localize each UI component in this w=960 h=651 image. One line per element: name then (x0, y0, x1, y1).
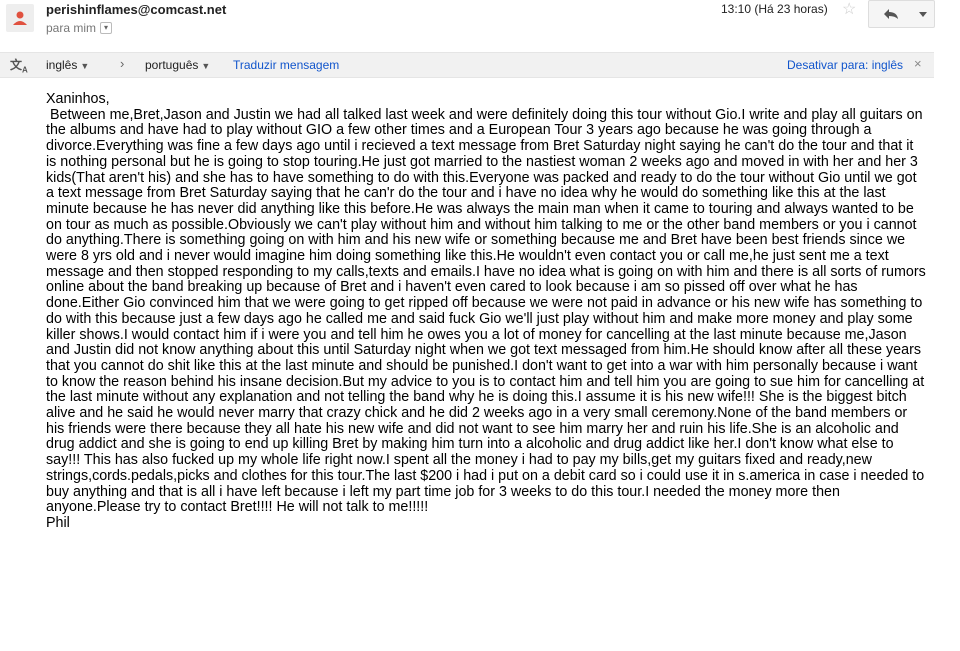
reply-button[interactable] (868, 0, 914, 28)
star-icon[interactable]: ☆ (842, 0, 856, 19)
caret-down-icon: ▼ (80, 61, 90, 71)
avatar[interactable] (6, 4, 34, 32)
source-language-dropdown[interactable]: inglês ▼ (46, 58, 89, 72)
translate-message-link[interactable]: Traduzir mensagem (233, 58, 339, 72)
sender-email[interactable]: perishinflames@comcast.net (46, 2, 226, 17)
reply-icon (884, 9, 898, 19)
translation-bar: 文A inglês ▼ › português ▼ Traduzir mensage… (0, 52, 934, 78)
disable-translation-link[interactable]: Desativar para: inglês (787, 58, 903, 72)
source-language-label: inglês (46, 58, 78, 72)
chevron-down-icon (919, 11, 927, 17)
chevron-right-icon: › (120, 56, 125, 71)
translate-icon: 文A (10, 58, 28, 75)
recipient-label: para mim (46, 21, 97, 35)
person-icon (13, 11, 27, 25)
recipient-line: para mim ▾ (46, 21, 113, 35)
caret-down-icon: ▼ (201, 61, 211, 71)
target-language-label: português (145, 58, 199, 72)
recipient-details-dropdown-icon[interactable]: ▾ (100, 22, 113, 34)
message-paragraph: Between me,Bret,Jason and Justin we had … (46, 106, 930, 516)
message-time: 13:10 (Há 23 horas) (721, 2, 828, 16)
message-header: perishinflames@comcast.net para mim ▾ 13… (0, 0, 960, 42)
more-options-button[interactable] (912, 0, 935, 28)
message-greeting: Xaninhos, (46, 91, 110, 107)
close-icon[interactable]: × (914, 56, 922, 71)
target-language-dropdown[interactable]: português ▼ (145, 58, 210, 72)
message-body: Xaninhos, Between me,Bret,Jason and Just… (46, 91, 930, 532)
message-signature: Phil (46, 514, 70, 531)
